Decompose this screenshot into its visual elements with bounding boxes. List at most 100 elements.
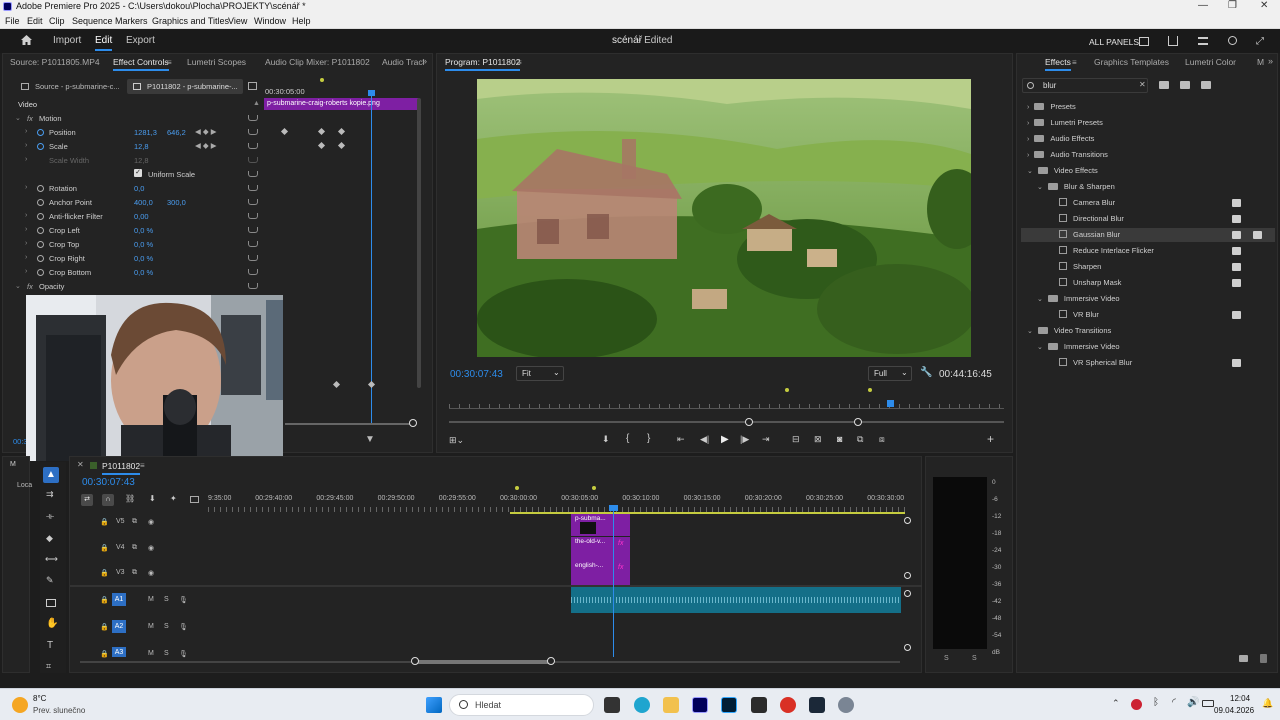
menu-icon[interactable]: ≡ bbox=[517, 58, 522, 67]
tab-lumetri-scopes[interactable]: Lumetri Scopes bbox=[187, 57, 246, 67]
effects-folder[interactable]: › Audio Effects bbox=[1027, 134, 1094, 143]
timeline-playhead[interactable] bbox=[613, 507, 614, 657]
anchor-y-value[interactable]: 300,0 bbox=[167, 198, 186, 207]
trim-icon[interactable]: ⧈ bbox=[879, 434, 885, 445]
menu-edit[interactable]: Edit bbox=[27, 16, 43, 26]
weather-temp[interactable]: 8°C bbox=[33, 694, 46, 703]
vscroll-handle[interactable] bbox=[904, 517, 911, 524]
volume-icon[interactable]: 🔊 bbox=[1187, 697, 1199, 708]
add-button-icon[interactable]: + bbox=[987, 432, 994, 446]
crop-bottom-value[interactable]: 0,0 % bbox=[134, 268, 153, 277]
eye-icon[interactable]: ◉ bbox=[148, 569, 154, 577]
menu-help[interactable]: Help bbox=[292, 16, 311, 26]
more-tabs-icon[interactable]: » bbox=[422, 56, 427, 66]
lock-icon[interactable]: 🔒 bbox=[100, 650, 109, 658]
yuv-filter-icon[interactable] bbox=[1201, 81, 1211, 89]
magnet-icon[interactable]: ∩ bbox=[102, 494, 114, 506]
antiflicker-value[interactable]: 0,00 bbox=[134, 212, 149, 221]
chevron-down-icon[interactable]: ⌄ bbox=[1037, 344, 1043, 351]
keyframe-nav-icon[interactable]: ◀ ◆ ▶ bbox=[195, 127, 216, 136]
effects-search-field[interactable]: blur ✕ bbox=[1022, 78, 1148, 93]
steam-icon[interactable] bbox=[809, 697, 825, 713]
clock-date[interactable]: 09.04.2026 bbox=[1214, 706, 1254, 715]
rectangle-tool-icon[interactable] bbox=[46, 599, 56, 607]
premiere-icon[interactable] bbox=[692, 697, 708, 713]
clip-selector-program[interactable]: P1011802 - p-submarine-... bbox=[127, 79, 243, 94]
effect-item[interactable]: VR Spherical Blur bbox=[1047, 358, 1132, 367]
eye-icon[interactable]: ◉ bbox=[148, 544, 154, 552]
lock-icon[interactable]: 🔒 bbox=[100, 518, 109, 526]
stopwatch-icon[interactable] bbox=[37, 185, 44, 192]
chevron-right-icon[interactable]: › bbox=[1027, 136, 1029, 143]
close-icon[interactable]: ✕ bbox=[1260, 0, 1268, 11]
mark-out-icon[interactable]: } bbox=[647, 433, 650, 444]
settings-toggle-icon[interactable]: ⊞⌄ bbox=[449, 435, 464, 446]
clear-search-icon[interactable]: ✕ bbox=[1139, 80, 1146, 89]
zoom-handle-right[interactable] bbox=[547, 657, 555, 665]
chevron-right-icon[interactable]: › bbox=[1027, 120, 1029, 127]
go-to-out-icon[interactable]: ⇥ bbox=[762, 434, 770, 445]
program-video-frame[interactable] bbox=[477, 79, 971, 357]
wrench-icon[interactable]: 🔧 bbox=[920, 367, 932, 378]
vscroll-handle[interactable] bbox=[904, 590, 911, 597]
menu-window[interactable]: Window bbox=[254, 16, 286, 26]
file-explorer-icon[interactable] bbox=[663, 697, 679, 713]
panel-options-icon[interactable] bbox=[248, 82, 257, 90]
tab-source[interactable]: Source: P1011805.MP4 bbox=[10, 57, 100, 67]
menu-view[interactable]: View bbox=[228, 16, 247, 26]
type-tool-icon[interactable]: T bbox=[47, 640, 53, 651]
stopwatch-icon[interactable] bbox=[37, 199, 44, 206]
stopwatch-icon[interactable] bbox=[37, 213, 44, 220]
ec-playhead-handle[interactable] bbox=[368, 90, 375, 96]
position-y-value[interactable]: 646,2 bbox=[167, 128, 186, 137]
track-label-a1[interactable]: A1 bbox=[112, 593, 126, 606]
expand-icon[interactable]: › bbox=[25, 212, 27, 219]
tab-import[interactable]: Import bbox=[53, 35, 81, 46]
eye-icon[interactable]: ◉ bbox=[148, 518, 154, 526]
tray-bluetooth-icon[interactable]: ᛒ bbox=[1153, 697, 1159, 708]
expand-icon[interactable]: › bbox=[25, 240, 27, 247]
solo-left-button[interactable]: S bbox=[944, 655, 949, 662]
start-icon[interactable] bbox=[426, 697, 442, 713]
program-playhead[interactable] bbox=[887, 400, 894, 407]
new-bin-icon[interactable] bbox=[1239, 655, 1248, 662]
program-title[interactable]: Program: P1011802 bbox=[445, 57, 521, 71]
step-back-icon[interactable]: ◀| bbox=[700, 434, 709, 445]
accelerated-filter-icon[interactable] bbox=[1159, 81, 1169, 89]
microphone-icon[interactable]: 🎙 bbox=[179, 596, 188, 604]
effects-folder[interactable]: ⌄ Immersive Video bbox=[1037, 294, 1120, 303]
reset-icon[interactable] bbox=[248, 283, 258, 289]
program-zoom-bar[interactable] bbox=[449, 421, 1004, 423]
reset-icon[interactable] bbox=[248, 199, 258, 205]
motion-collapse-icon[interactable]: ⌄ bbox=[15, 114, 21, 122]
lock-icon[interactable]: 🔒 bbox=[100, 569, 109, 577]
keyframe[interactable] bbox=[367, 380, 376, 389]
tab-edit[interactable]: Edit bbox=[95, 35, 113, 51]
tab-effects[interactable]: Effects bbox=[1045, 57, 1071, 71]
hand-tool-icon[interactable]: ✋ bbox=[46, 618, 58, 629]
snap-icon[interactable]: ⇄ bbox=[81, 494, 93, 506]
clock-time[interactable]: 12:04 bbox=[1230, 694, 1250, 703]
menu-file[interactable]: File bbox=[5, 16, 20, 26]
add-marker-icon[interactable]: ⬇ bbox=[149, 494, 156, 503]
menu-sequence[interactable]: Sequence bbox=[72, 16, 113, 26]
expand-icon[interactable]: › bbox=[25, 254, 27, 261]
weather-icon[interactable] bbox=[12, 697, 28, 713]
keyframe-nav-icon[interactable]: ◀ ◆ ▶ bbox=[195, 141, 216, 150]
microphone-icon[interactable]: 🎙 bbox=[179, 623, 188, 631]
tab-export[interactable]: Export bbox=[126, 35, 155, 46]
ec-scrollbar[interactable] bbox=[417, 98, 421, 388]
taskbar-search[interactable]: Hledat bbox=[449, 694, 594, 716]
reset-icon[interactable] bbox=[248, 227, 258, 233]
effect-item[interactable]: Sharpen bbox=[1047, 262, 1101, 271]
tab-graphics-templates[interactable]: Graphics Templates bbox=[1094, 57, 1169, 67]
reset-icon[interactable] bbox=[248, 129, 258, 135]
position-x-value[interactable]: 1281,3 bbox=[134, 128, 157, 137]
pen-tool-icon[interactable]: ✎ bbox=[46, 575, 54, 586]
zoom-handle-right[interactable] bbox=[854, 418, 862, 426]
linked-selection-icon[interactable]: ⛓ bbox=[125, 494, 135, 503]
layout-icon[interactable] bbox=[1139, 37, 1149, 46]
expand-icon[interactable]: › bbox=[25, 268, 27, 275]
program-ruler[interactable] bbox=[449, 399, 1004, 409]
menu-markers[interactable]: Markers bbox=[115, 16, 148, 26]
